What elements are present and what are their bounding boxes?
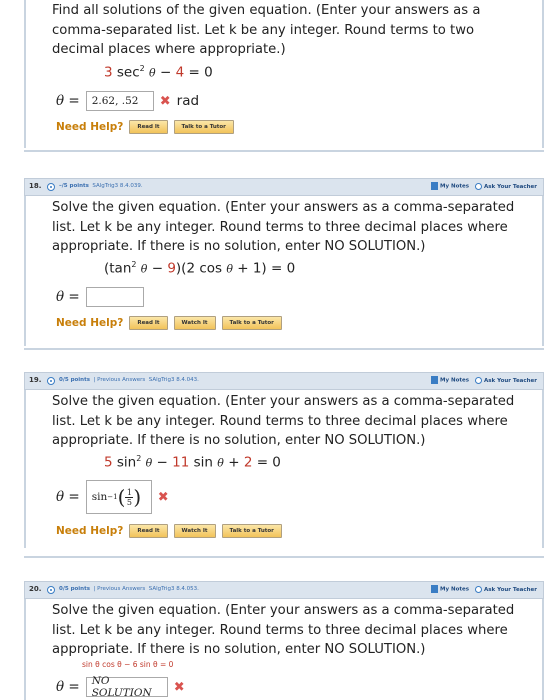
- status-dot-icon: [47, 377, 55, 385]
- previous-answers-link[interactable]: Previous Answers: [97, 586, 145, 592]
- problem-20: Solve the given equation. (Enter your an…: [24, 599, 544, 700]
- my-notes-button[interactable]: My Notes: [431, 376, 469, 384]
- answer-input[interactable]: [85, 287, 144, 307]
- watch-it-button[interactable]: Watch It: [173, 316, 216, 330]
- answer-label: θ =: [56, 93, 80, 109]
- talk-to-tutor-button[interactable]: Talk to a Tutor: [221, 524, 282, 538]
- watch-it-button[interactable]: Watch It: [173, 524, 216, 538]
- equation: (tan2 θ − 9)(2 cos θ + 1) = 0: [104, 260, 296, 277]
- answer-row: θ = sin −1 ( 15 ) ✖: [56, 480, 169, 514]
- my-notes-button[interactable]: My Notes: [431, 182, 469, 190]
- ask-icon: [475, 376, 483, 384]
- incorrect-icon: ✖: [173, 679, 185, 695]
- read-it-button[interactable]: Read It: [129, 524, 168, 538]
- status-dot-icon: [47, 183, 55, 191]
- status-dot-icon: [47, 586, 55, 594]
- incorrect-icon: ✖: [159, 93, 171, 109]
- ask-teacher-button[interactable]: Ask Your Teacher: [475, 585, 537, 593]
- answer-input[interactable]: NO SOLUTION: [85, 675, 168, 699]
- problem-header-18: 18. –/5 points SAlgTrig3 8.4.039. My Not…: [24, 178, 544, 196]
- read-it-button[interactable]: Read It: [129, 316, 168, 330]
- separator: [24, 150, 544, 152]
- problem-text: Solve the given equation. (Enter your an…: [52, 394, 515, 448]
- answer-input[interactable]: sin −1 ( 15 ): [85, 480, 152, 514]
- equation: 5 sin2 θ − 11 sin θ + 2 = 0: [104, 454, 281, 471]
- separator: [24, 348, 544, 350]
- problem-19: Solve the given equation. (Enter your an…: [24, 390, 544, 548]
- equation: 3 sec2 θ − 4 = 0: [104, 64, 213, 81]
- notes-icon: [431, 585, 439, 593]
- separator: [24, 556, 544, 558]
- equation: sin θ cos θ − 6 sin θ = 0: [82, 660, 174, 669]
- ask-teacher-button[interactable]: Ask Your Teacher: [475, 376, 537, 384]
- ask-icon: [475, 182, 483, 190]
- my-notes-button[interactable]: My Notes: [431, 585, 469, 593]
- talk-to-tutor-button[interactable]: Talk to a Tutor: [221, 316, 282, 330]
- problem-text: Solve the given equation. (Enter your an…: [52, 603, 515, 657]
- notes-icon: [431, 376, 439, 384]
- problem-text: Find all solutions of the given equation…: [52, 3, 481, 57]
- need-help: Need Help? Read It Talk to a Tutor: [56, 120, 234, 134]
- problem-header-20: 20. 0/5 points | Previous Answers SAlgTr…: [24, 581, 544, 599]
- notes-icon: [431, 182, 439, 190]
- problem-17: Find all solutions of the given equation…: [24, 0, 544, 148]
- incorrect-icon: ✖: [157, 489, 169, 505]
- answer-input[interactable]: 2.62, .52: [85, 91, 154, 111]
- ask-icon: [475, 585, 483, 593]
- problem-text: Solve the given equation. (Enter your an…: [52, 200, 515, 254]
- ask-teacher-button[interactable]: Ask Your Teacher: [475, 182, 537, 190]
- need-help: Need Help? Read It Watch It Talk to a Tu…: [56, 524, 282, 538]
- talk-to-tutor-button[interactable]: Talk to a Tutor: [173, 120, 234, 134]
- answer-row: θ = 2.62, .52 ✖ rad: [56, 91, 199, 111]
- problem-header-19: 19. 0/5 points | Previous Answers SAlgTr…: [24, 372, 544, 390]
- answer-row: θ = NO SOLUTION ✖: [56, 675, 185, 699]
- previous-answers-link[interactable]: Previous Answers: [97, 377, 145, 383]
- answer-row: θ =: [56, 287, 144, 307]
- unit-label: rad: [176, 93, 200, 109]
- read-it-button[interactable]: Read It: [129, 120, 168, 134]
- need-help: Need Help? Read It Watch It Talk to a Tu…: [56, 316, 282, 330]
- problem-18: Solve the given equation. (Enter your an…: [24, 196, 544, 346]
